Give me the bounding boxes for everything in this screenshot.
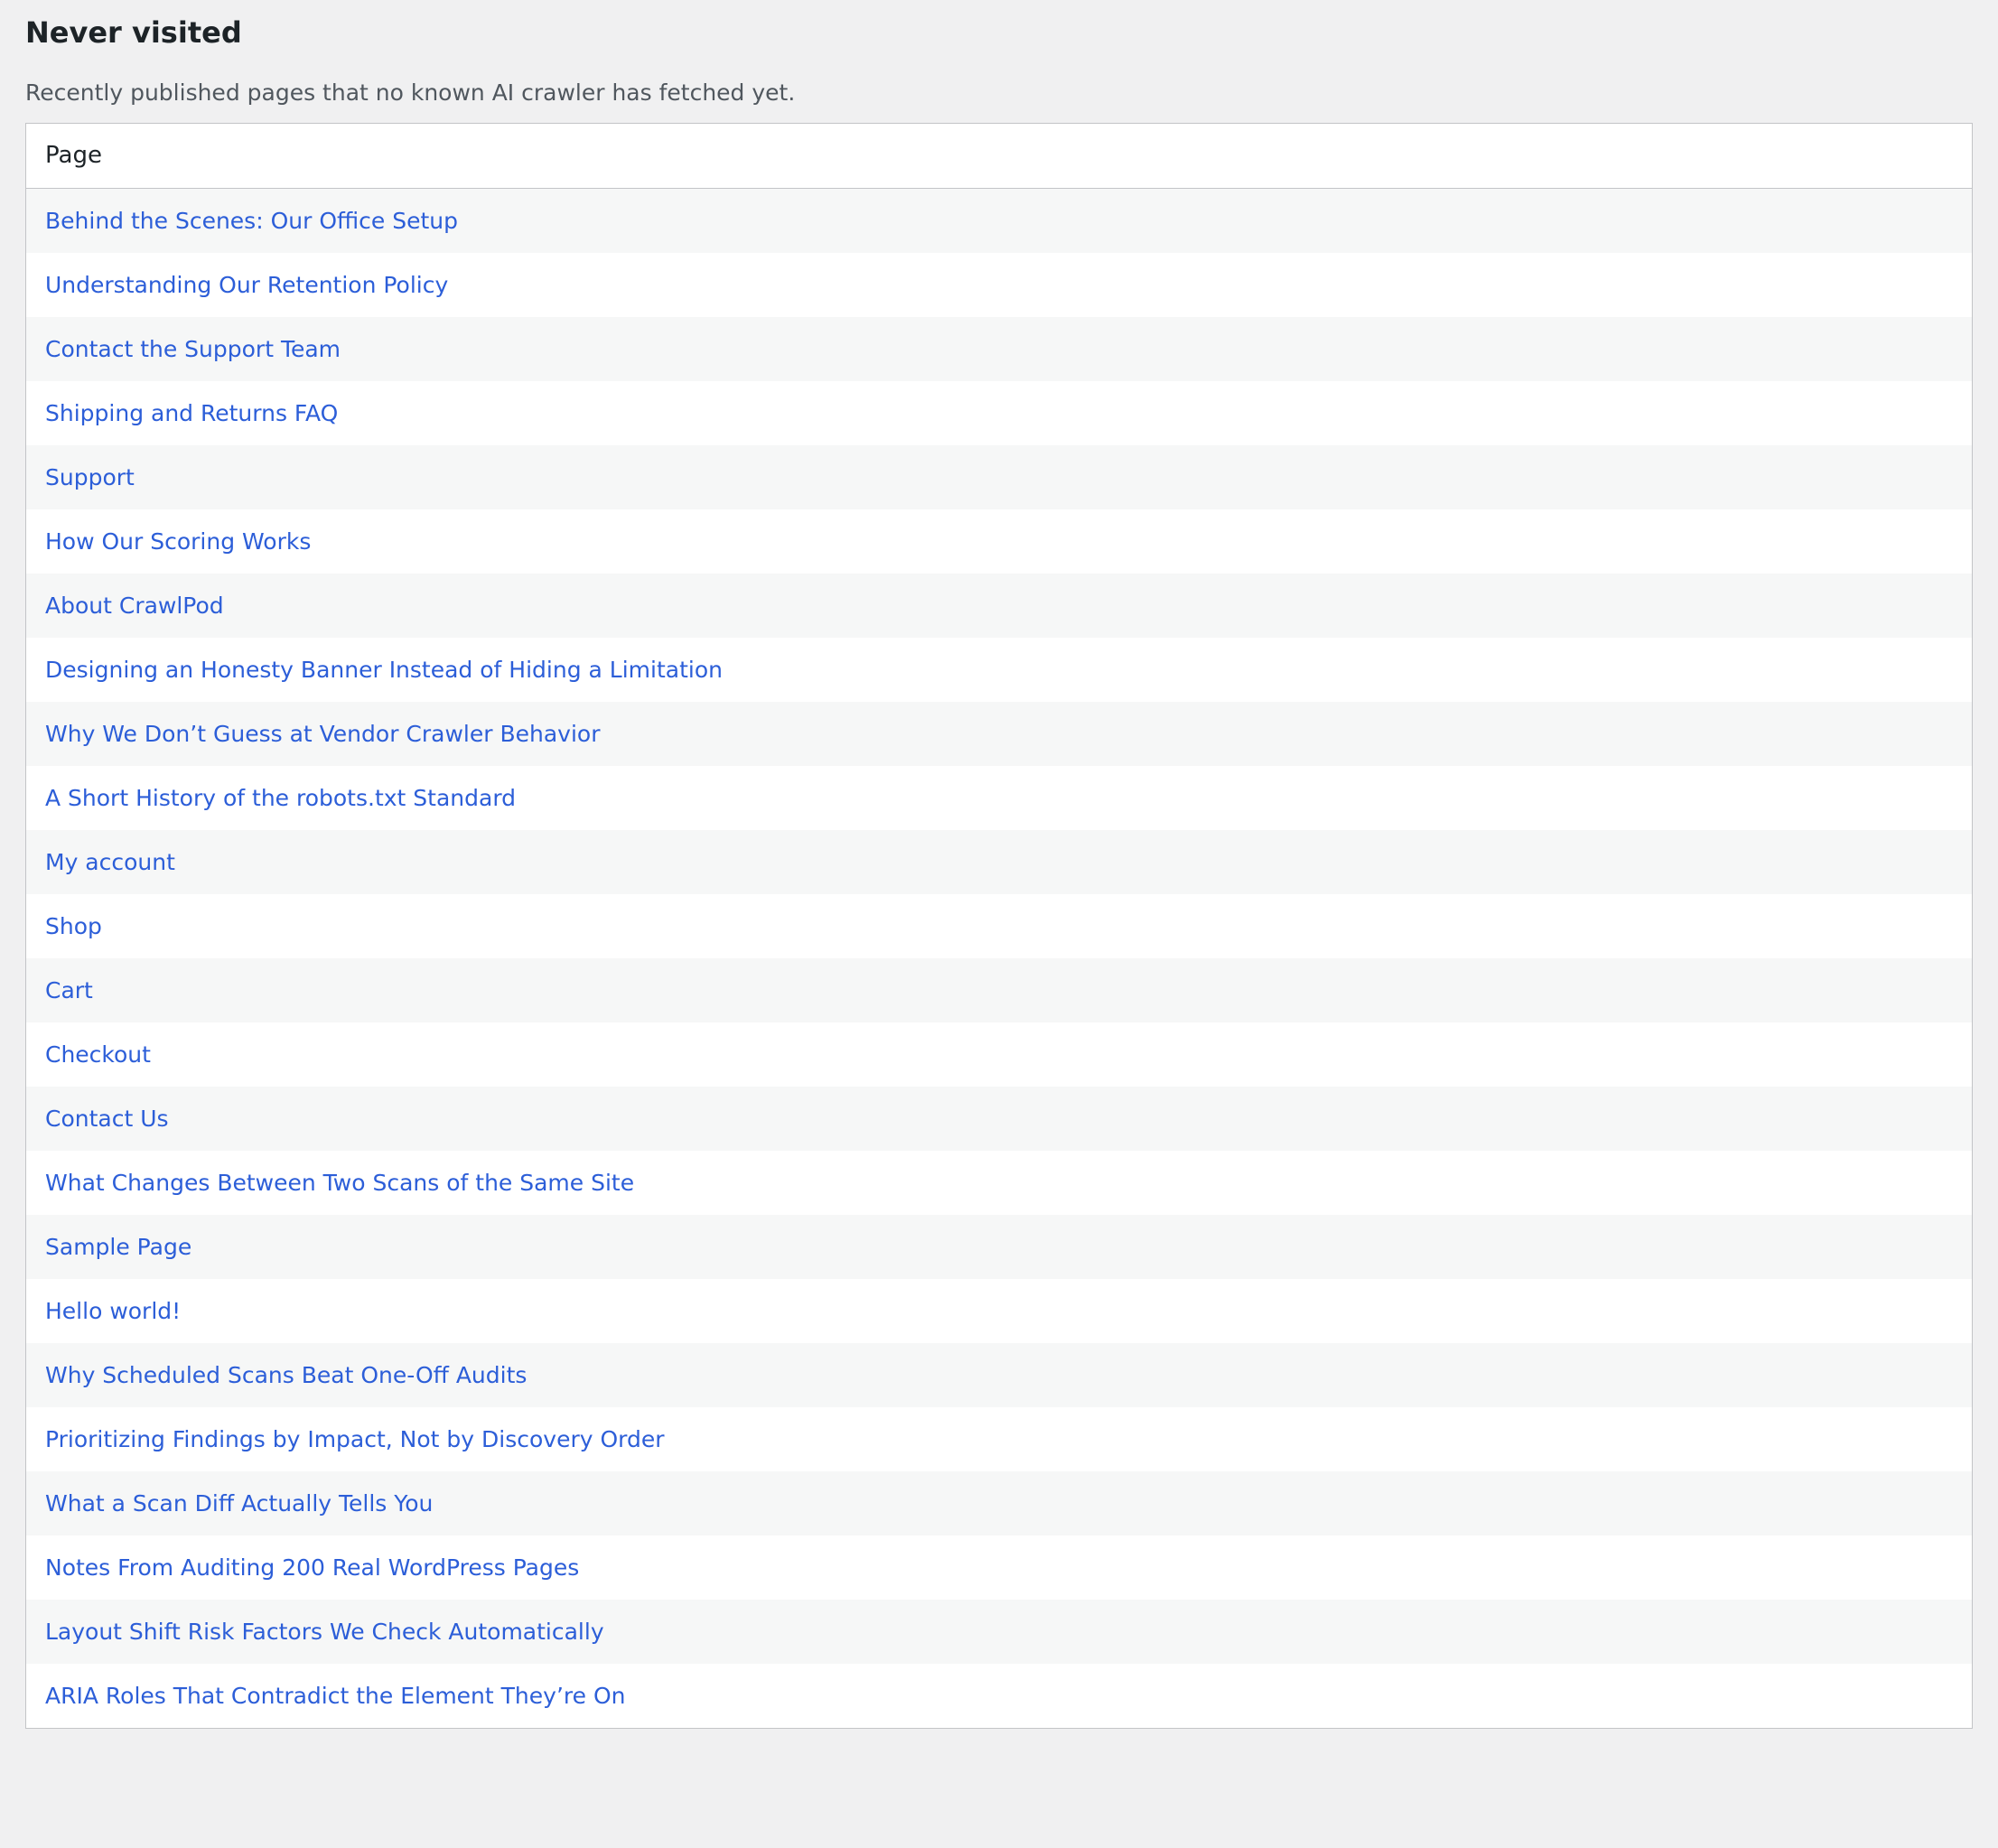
table-row: What a Scan Diff Actually Tells You (26, 1470, 1972, 1535)
page-cell: Notes From Auditing 200 Real WordPress P… (26, 1535, 1972, 1600)
page-link[interactable]: Support (45, 464, 135, 490)
page-link[interactable]: Why We Don’t Guess at Vendor Crawler Beh… (45, 721, 600, 747)
page-cell: ARIA Roles That Contradict the Element T… (26, 1663, 1972, 1728)
page-link[interactable]: Hello world! (45, 1298, 181, 1324)
table-row: Support (26, 444, 1972, 509)
page-link[interactable]: Why Scheduled Scans Beat One-Off Audits (45, 1362, 527, 1388)
table-row: Sample Page (26, 1214, 1972, 1279)
page-cell: Sample Page (26, 1214, 1972, 1279)
table-row: Cart (26, 957, 1972, 1022)
page-cell: Support (26, 444, 1972, 509)
table-row: Understanding Our Retention Policy (26, 252, 1972, 317)
table-row: Layout Shift Risk Factors We Check Autom… (26, 1599, 1972, 1664)
table-row: Notes From Auditing 200 Real WordPress P… (26, 1535, 1972, 1600)
column-header-page: Page (26, 124, 1972, 189)
page-cell: Checkout (26, 1022, 1972, 1087)
page-cell: Hello world! (26, 1278, 1972, 1343)
page-link[interactable]: Understanding Our Retention Policy (45, 272, 448, 298)
page-cell: Behind the Scenes: Our Office Setup (26, 188, 1972, 253)
page-link[interactable]: How Our Scoring Works (45, 528, 311, 555)
page-link[interactable]: Layout Shift Risk Factors We Check Autom… (45, 1619, 604, 1645)
page-link[interactable]: Sample Page (45, 1234, 191, 1260)
page-cell: How Our Scoring Works (26, 509, 1972, 574)
page-link[interactable]: ARIA Roles That Contradict the Element T… (45, 1683, 625, 1709)
page-cell: Contact Us (26, 1086, 1972, 1151)
page-cell: What a Scan Diff Actually Tells You (26, 1470, 1972, 1535)
section-title: Never visited (25, 15, 242, 50)
page-link[interactable]: Designing an Honesty Banner Instead of H… (45, 657, 723, 683)
page-link[interactable]: What Changes Between Two Scans of the Sa… (45, 1170, 634, 1196)
page-cell: Cart (26, 957, 1972, 1022)
table-row: Prioritizing Findings by Impact, Not by … (26, 1406, 1972, 1471)
page-link[interactable]: Behind the Scenes: Our Office Setup (45, 208, 458, 234)
table-header-row: Page (26, 124, 1972, 189)
page-cell: Shipping and Returns FAQ (26, 380, 1972, 445)
page-link[interactable]: Checkout (45, 1041, 151, 1068)
table-row: Shop (26, 893, 1972, 958)
table-row: Contact the Support Team (26, 316, 1972, 381)
page-cell: Why Scheduled Scans Beat One-Off Audits (26, 1342, 1972, 1407)
page-link[interactable]: Prioritizing Findings by Impact, Not by … (45, 1426, 665, 1452)
page-link[interactable]: What a Scan Diff Actually Tells You (45, 1490, 433, 1517)
table-row: ARIA Roles That Contradict the Element T… (26, 1663, 1972, 1728)
page-cell: About CrawlPod (26, 573, 1972, 638)
page-link[interactable]: Contact the Support Team (45, 336, 341, 362)
page-link[interactable]: A Short History of the robots.txt Standa… (45, 785, 516, 811)
table-row: Designing an Honesty Banner Instead of H… (26, 637, 1972, 702)
page-cell: Shop (26, 893, 1972, 958)
table-row: A Short History of the robots.txt Standa… (26, 765, 1972, 830)
page-cell: A Short History of the robots.txt Standa… (26, 765, 1972, 830)
page-cell: Designing an Honesty Banner Instead of H… (26, 637, 1972, 702)
page-cell: Understanding Our Retention Policy (26, 252, 1972, 317)
page-link[interactable]: Shop (45, 913, 102, 939)
table-row: Hello world! (26, 1278, 1972, 1343)
table-header: Page (26, 124, 1972, 189)
never-visited-section: Never visited Recently published pages t… (25, 0, 1973, 1729)
section-description: Recently published pages that no known A… (25, 79, 796, 106)
page-cell: Layout Shift Risk Factors We Check Autom… (26, 1599, 1972, 1664)
page-cell: Prioritizing Findings by Impact, Not by … (26, 1406, 1972, 1471)
page-link[interactable]: Contact Us (45, 1106, 169, 1132)
pages-table-container: Page Behind the Scenes: Our Office Setup… (25, 123, 1973, 1729)
table-row: What Changes Between Two Scans of the Sa… (26, 1150, 1972, 1215)
page-link[interactable]: My account (45, 849, 175, 875)
table-row: Shipping and Returns FAQ (26, 380, 1972, 445)
page-link[interactable]: Shipping and Returns FAQ (45, 400, 338, 426)
table-row: Checkout (26, 1022, 1972, 1087)
table-row: My account (26, 829, 1972, 894)
table-row: Behind the Scenes: Our Office Setup (26, 188, 1972, 253)
table-row: Contact Us (26, 1086, 1972, 1151)
page-cell: What Changes Between Two Scans of the Sa… (26, 1150, 1972, 1215)
page-link[interactable]: Notes From Auditing 200 Real WordPress P… (45, 1554, 579, 1581)
page-cell: My account (26, 829, 1972, 894)
table-row: About CrawlPod (26, 573, 1972, 638)
table-row: How Our Scoring Works (26, 509, 1972, 574)
table-row: Why Scheduled Scans Beat One-Off Audits (26, 1342, 1972, 1407)
page-link[interactable]: Cart (45, 977, 93, 1003)
page-link[interactable]: About CrawlPod (45, 593, 224, 619)
page-cell: Why We Don’t Guess at Vendor Crawler Beh… (26, 701, 1972, 766)
table-body: Behind the Scenes: Our Office Setup Under… (26, 188, 1972, 1728)
pages-table: Page Behind the Scenes: Our Office Setup… (26, 124, 1972, 1728)
page-cell: Contact the Support Team (26, 316, 1972, 381)
table-row: Why We Don’t Guess at Vendor Crawler Beh… (26, 701, 1972, 766)
